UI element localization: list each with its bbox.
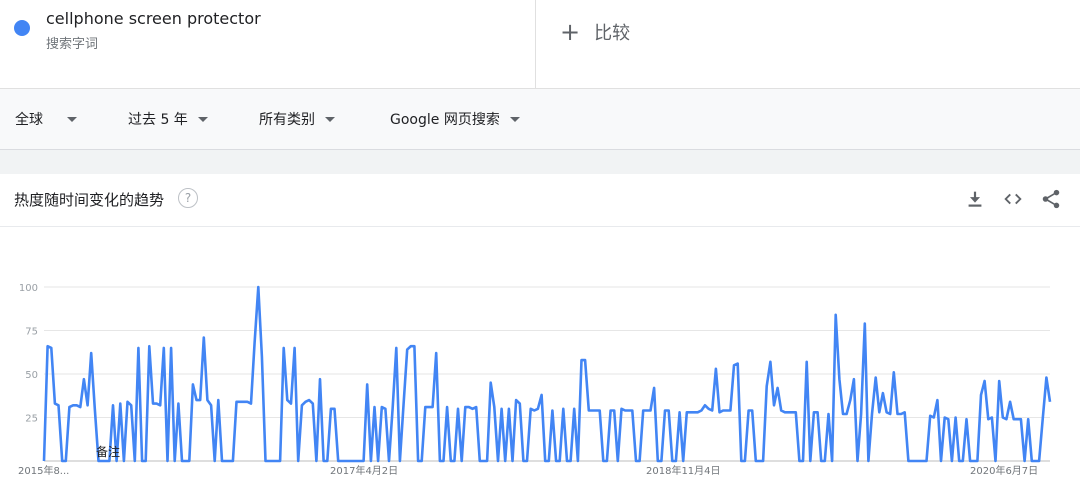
chart-annotation[interactable]: 备注	[96, 444, 120, 459]
help-circle-icon[interactable]: ?	[178, 188, 198, 208]
panel-header: 热度随时间变化的趋势 ?	[0, 174, 1080, 227]
x-tick-label: 2018年11月4日	[646, 464, 721, 477]
search-term-card[interactable]: cellphone screen protector 搜索字词	[0, 0, 536, 88]
search-term-type: 搜索字词	[46, 37, 99, 52]
x-tick-label: 2020年6月7日	[970, 464, 1038, 477]
embed-icon[interactable]	[1002, 188, 1024, 210]
search-term-title[interactable]: cellphone screen protector	[46, 9, 261, 28]
category-filter-label: 所有类别	[259, 112, 315, 128]
y-tick-label: 50	[25, 370, 38, 381]
share-icon[interactable]	[1040, 188, 1062, 210]
category-filter[interactable]: 所有类别	[259, 109, 335, 129]
chart-grid	[44, 286, 1050, 462]
chevron-down-icon	[509, 116, 520, 122]
region-filter[interactable]: 全球	[15, 109, 77, 129]
x-tick-label: 2015年8...	[18, 464, 69, 477]
search-type-filter[interactable]: Google 网页搜索	[390, 109, 520, 129]
time-filter[interactable]: 过去 5 年	[128, 109, 208, 129]
compare-label: 比较	[594, 23, 631, 44]
y-tick-label: 100	[19, 283, 38, 294]
x-axis-ticks: 2015年8... 2017年4月2日 2018年11月4日 2020年6月7日	[18, 464, 1038, 477]
panel-title: 热度随时间变化的趋势	[14, 191, 165, 209]
term-color-dot	[14, 20, 30, 36]
y-tick-label: 75	[25, 327, 38, 338]
y-tick-label: 25	[25, 414, 38, 425]
top-bar: cellphone screen protector 搜索字词 + 比较	[0, 0, 1080, 89]
time-filter-label: 过去 5 年	[128, 112, 188, 128]
section-gap	[0, 150, 1080, 174]
search-type-filter-label: Google 网页搜索	[390, 112, 500, 128]
download-icon[interactable]	[964, 188, 986, 210]
chevron-down-icon	[197, 116, 208, 122]
filters-bar: 全球 过去 5 年 所有类别 Google 网页搜索	[0, 89, 1080, 150]
interest-chart[interactable]: 25 50 75 100 2015年8... 2017年4月2日 2018年11月4日 20…	[0, 226, 1080, 484]
x-tick-label: 2017年4月2日	[330, 464, 398, 477]
y-axis-ticks: 25 50 75 100	[19, 283, 38, 425]
chevron-down-icon	[67, 116, 77, 122]
plus-icon: +	[560, 18, 581, 46]
compare-button[interactable]: + 比较	[560, 18, 630, 46]
region-filter-label: 全球	[15, 112, 43, 128]
interest-chart-svg[interactable]: 255075100 2015年8... 2017年4月2日 2018年11月4日 20…	[0, 226, 1080, 484]
chevron-down-icon	[325, 116, 335, 122]
